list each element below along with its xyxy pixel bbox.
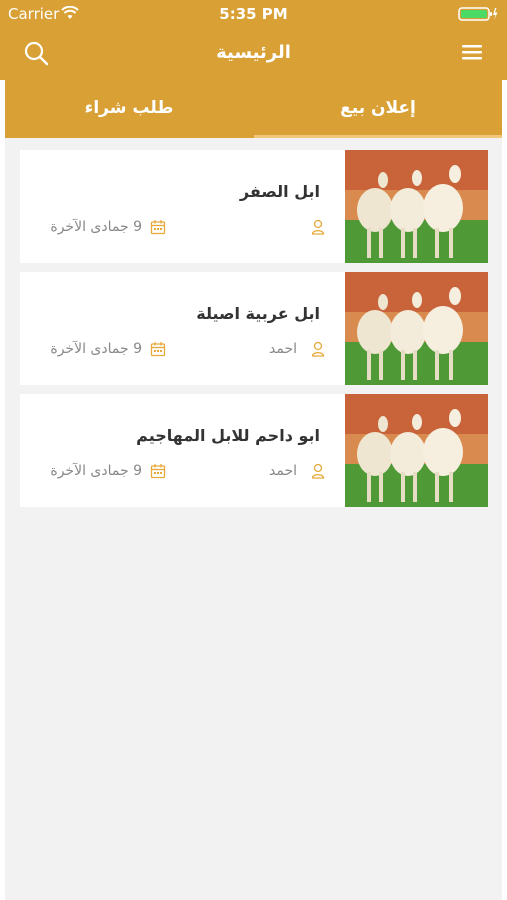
- listing-card[interactable]: ابل الصفر 9 جمادى الآخرة: [20, 150, 488, 263]
- calendar-icon: [150, 220, 166, 235]
- user-icon: [311, 219, 325, 235]
- listing-title: ابل الصفر: [239, 182, 320, 201]
- listings-area: ابل الصفر 9 جمادى الآخرة ابل عربية اصيلة…: [5, 138, 502, 900]
- listing-date: 9 جمادى الآخرة: [50, 341, 142, 357]
- calendar-icon: [150, 342, 166, 357]
- listing-card[interactable]: ابو داحم للابل المهاجيم احمد 9 جمادى الآ…: [20, 394, 488, 507]
- listing-image: [345, 150, 488, 263]
- user-icon: [311, 341, 325, 357]
- listing-card[interactable]: ابل عربية اصيلة احمد 9 جمادى الآخرة: [20, 272, 488, 385]
- tab-sale-ad[interactable]: إعلان بيع: [254, 80, 502, 136]
- listing-user: احمد: [269, 463, 297, 479]
- menu-icon[interactable]: [460, 42, 484, 62]
- listing-user: احمد: [269, 341, 297, 357]
- app-header: Carrier 5:35 PM الرئيسية: [0, 0, 507, 80]
- listing-date: 9 جمادى الآخرة: [50, 219, 142, 235]
- battery-icon: [458, 7, 498, 21]
- tab-purchase-request[interactable]: طلب شراء: [5, 80, 253, 136]
- calendar-icon: [150, 464, 166, 479]
- user-icon: [311, 463, 325, 479]
- listing-image: [345, 272, 488, 385]
- listing-image: [345, 394, 488, 507]
- status-bar: Carrier 5:35 PM: [0, 0, 507, 28]
- listing-date: 9 جمادى الآخرة: [50, 463, 142, 479]
- tab-bar: طلب شراء إعلان بيع: [5, 80, 502, 138]
- listing-title: ابو داحم للابل المهاجيم: [136, 426, 320, 445]
- listing-title: ابل عربية اصيلة: [196, 304, 320, 323]
- status-time: 5:35 PM: [219, 5, 288, 23]
- page-title: الرئيسية: [216, 42, 291, 63]
